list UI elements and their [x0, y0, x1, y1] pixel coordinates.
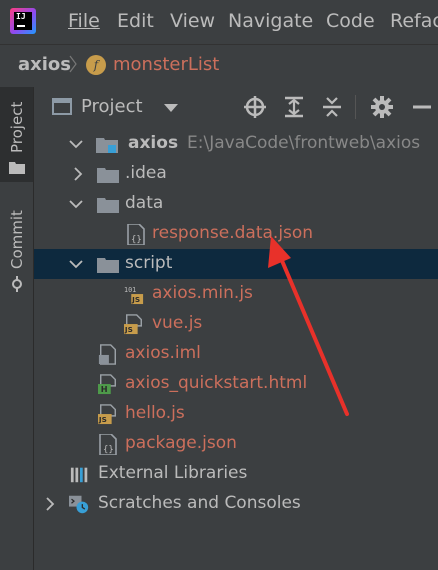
chevron-down-icon[interactable] [69, 197, 83, 211]
menu-navigate-label: Navigate [228, 10, 314, 32]
toolbar-divider [355, 95, 356, 119]
tab-commit[interactable]: Commit [0, 197, 33, 297]
menu-file[interactable]: File [68, 10, 100, 32]
tab-project-label: Project [8, 101, 26, 153]
module-folder-icon [96, 138, 118, 153]
js-badge: JS [98, 415, 107, 424]
tree-row-package[interactable]: {} package.json [34, 429, 438, 459]
tree-row-response-json[interactable]: {} response.data.json [34, 219, 438, 249]
folder-icon [97, 168, 119, 183]
json-file-icon: {} [127, 224, 145, 245]
html-file-icon: H [98, 374, 116, 394]
chevron-down-icon[interactable] [69, 137, 83, 151]
tab-project[interactable]: Project [0, 87, 33, 182]
menu-code-label: Code [326, 10, 375, 32]
panel-header: Project [34, 87, 438, 127]
menu-edit[interactable]: Edit [117, 10, 154, 32]
tree-label-scratches: Scratches and Consoles [98, 493, 301, 513]
js-file-icon: JS [98, 404, 116, 424]
root-path: E:\JavaCode\frontweb\axios [187, 133, 421, 153]
json-badge: {} [131, 235, 142, 245]
tree-row-idea[interactable]: .idea [34, 159, 438, 189]
tree-label-package: package.json [125, 433, 237, 453]
minified-js-file-icon: 101 JS [124, 286, 144, 304]
root-name: axios [128, 133, 179, 153]
menu-view-label: View [170, 10, 216, 32]
html-badge: H [101, 384, 108, 394]
tree-row-quickstart[interactable]: H axios_quickstart.html [34, 369, 438, 399]
tree-label-iml: axios.iml [125, 343, 201, 363]
tree-label-script: script [125, 253, 173, 273]
dropdown-arrow-icon[interactable] [164, 104, 178, 112]
js-badge: JS [124, 325, 133, 334]
menu-file-label: File [68, 10, 100, 32]
folder-icon [97, 258, 119, 273]
breadcrumb-function[interactable]: monsterList [113, 54, 219, 75]
tree-label-quickstart: axios_quickstart.html [125, 373, 308, 393]
project-panel: Project axios E:\JavaCode\frontweb\axios… [34, 87, 438, 570]
menu-refactor-label: Refac [390, 10, 438, 32]
js-badge: JS [131, 295, 140, 304]
panel-title[interactable]: Project [81, 96, 143, 117]
tree-row-scratches[interactable]: Scratches and Consoles [34, 489, 438, 519]
tab-commit-label: Commit [8, 210, 26, 269]
tree-row-vue[interactable]: JS vue.js [34, 309, 438, 339]
collapse-all-icon[interactable] [320, 95, 344, 119]
chevron-right-icon[interactable] [43, 497, 57, 511]
binary-badge: 101 [124, 286, 136, 294]
menu-code[interactable]: Code [326, 10, 375, 32]
tree-row-external-libraries[interactable]: External Libraries [34, 459, 438, 489]
folder-icon [9, 162, 25, 174]
tree-row-data[interactable]: data [34, 189, 438, 219]
menu-bar: IJ File Edit View Navigate Code Refac [0, 0, 438, 44]
tree-row-script[interactable]: script [34, 249, 438, 279]
breadcrumb: axios f monsterList [0, 44, 438, 88]
menu-view[interactable]: View [170, 10, 215, 32]
js-file-icon: JS [124, 314, 142, 334]
json-badge: {} [103, 445, 114, 455]
tree-label-external: External Libraries [98, 463, 248, 483]
tool-window-strip: Project Commit [0, 87, 34, 570]
logo-text: IJ [16, 12, 26, 21]
folder-icon [97, 198, 119, 213]
project-view-icon [52, 98, 72, 115]
locate-file-icon[interactable] [243, 95, 267, 119]
expand-all-icon[interactable] [282, 95, 306, 119]
chevron-right-icon [69, 55, 77, 73]
scratches-icon [69, 495, 89, 514]
tree-label-response-json: response.data.json [152, 223, 314, 243]
menu-refactor[interactable]: Refac [390, 10, 438, 32]
gear-icon[interactable] [370, 95, 394, 119]
tree-row-hello[interactable]: JS hello.js [34, 399, 438, 429]
breadcrumb-root[interactable]: axios [18, 54, 71, 75]
tree-row-iml[interactable]: axios.iml [34, 339, 438, 369]
chevron-down-icon[interactable] [69, 257, 83, 271]
intellij-logo-icon[interactable]: IJ [10, 8, 36, 34]
tree-label-data: data [125, 193, 164, 213]
tree-label-vue: vue.js [152, 313, 203, 333]
commit-icon [12, 276, 22, 292]
chevron-right-icon[interactable] [71, 167, 85, 181]
menu-navigate[interactable]: Navigate [228, 10, 313, 32]
module-file-icon [98, 344, 116, 365]
tree-row-axios-min[interactable]: 101 JS axios.min.js [34, 279, 438, 309]
tree-label-axios-min: axios.min.js [152, 283, 253, 303]
json-file-icon: {} [99, 434, 117, 455]
hide-panel-icon[interactable] [410, 95, 434, 119]
menu-edit-label: Edit [117, 10, 154, 32]
tree-row-root[interactable]: axios E:\JavaCode\frontweb\axios [34, 129, 438, 159]
function-icon: f [86, 55, 106, 75]
library-icon [70, 467, 88, 483]
tree-label-hello: hello.js [125, 403, 185, 423]
tree-label-idea: .idea [125, 163, 167, 183]
